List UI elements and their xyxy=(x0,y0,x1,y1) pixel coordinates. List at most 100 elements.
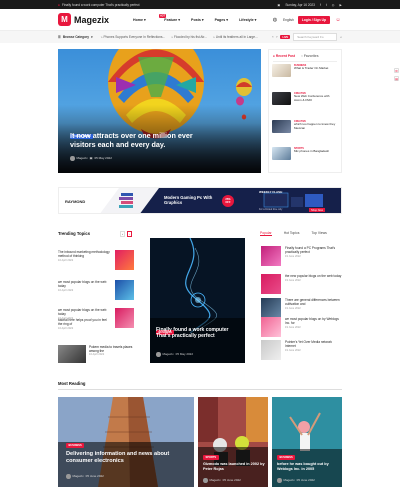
avatar xyxy=(277,478,282,483)
glowing-cable-image xyxy=(150,238,245,363)
center-post-title[interactable]: Finally found a work computer That's pra… xyxy=(156,327,240,339)
instagram-icon[interactable]: ◎ xyxy=(332,3,335,7)
post-title[interactable]: Finally found a PC Programs That's pract… xyxy=(285,246,343,254)
post-title[interactable]: Pokem media to travels places among the xyxy=(89,345,134,353)
category-tag[interactable]: BUSINESS xyxy=(277,455,296,460)
list-item[interactable]: BUSINESS What is Trader On Market xyxy=(272,64,336,77)
ticker-item[interactable]: ⌁ Flooded by his fist Atr... xyxy=(171,35,207,39)
post-title[interactable]: we most popular blogs on the web today xyxy=(58,308,112,316)
featured-post-image[interactable] xyxy=(150,238,245,363)
promo-label: WEEKLY FLASH xyxy=(259,190,283,194)
author-name[interactable]: Magezix xyxy=(163,352,174,356)
hero-title[interactable]: It now attracts over one million ever vi… xyxy=(70,131,210,149)
settings-icon[interactable]: ⚙ xyxy=(394,68,399,73)
post-date: 19 June 2022 xyxy=(285,349,301,352)
category-tag[interactable]: BUSINESS xyxy=(66,443,85,448)
youtube-icon[interactable]: ▶ xyxy=(340,3,342,7)
list-item[interactable]: SPORTS Mic phones in Bangladesh xyxy=(272,147,336,160)
most-reading-card[interactable]: BUSINESS Delivering information and news… xyxy=(58,397,194,487)
tab-recent-post[interactable]: ● Recent Post xyxy=(273,54,295,58)
category-tag[interactable]: SPORTS xyxy=(203,455,219,460)
next-arrow-icon[interactable]: › xyxy=(127,231,132,237)
list-item[interactable]: CREATIVE New Web Conference with Acom & F… xyxy=(272,92,336,105)
woman-jumping-image xyxy=(272,397,342,487)
list-item[interactable]: The inbound marketing methodology method… xyxy=(58,250,134,270)
post-title[interactable]: tutorial here helps proof you in feel th… xyxy=(58,318,112,326)
tab-top-views[interactable]: Top Views xyxy=(311,231,326,236)
browse-category[interactable]: ☰ Browse Category ▾ xyxy=(58,35,93,39)
author-name[interactable]: Magezix xyxy=(77,156,88,160)
author-name[interactable]: Magezix xyxy=(73,474,84,478)
list-item[interactable]: tutorial here helps proof you in feel th… xyxy=(58,318,134,338)
search-icon[interactable]: ⌕ xyxy=(340,35,342,39)
breaking-news[interactable]: ● Finally found a work computer That's p… xyxy=(58,3,140,7)
author-name[interactable]: Magezix xyxy=(284,478,295,482)
cart-icon[interactable]: ▤ xyxy=(394,76,399,81)
main-navigation: M Magezix Home ▾ HOTFeature ▾ Posts ▾ Pa… xyxy=(0,9,400,31)
ticker-item[interactable]: ⌁ Until its feathers all in Large... xyxy=(213,35,258,39)
post-title[interactable]: the new popular blogs on the web today xyxy=(285,274,341,278)
post-date: 19 June 2022 xyxy=(285,307,301,310)
card-title[interactable]: before he was bought out by Weblogs Inc.… xyxy=(277,462,339,471)
banner-tagline: Modern Gaming Pc With Graphics xyxy=(164,195,213,205)
twitter-icon[interactable]: t xyxy=(326,3,327,7)
post-date: 16 April 2022 xyxy=(58,259,74,262)
list-item[interactable]: Pokem media to travels places among the 1… xyxy=(58,345,134,363)
post-title[interactable]: New Web Conference with Acom & FMO xyxy=(294,94,336,103)
facebook-icon[interactable]: f xyxy=(320,3,321,7)
banner-brand: RAYMOND xyxy=(65,199,86,204)
prev-arrow-icon[interactable]: ‹ xyxy=(120,231,125,237)
post-title[interactable]: Mic phones in Bangladesh xyxy=(294,149,329,154)
tab-label: Recent Post xyxy=(275,54,295,58)
list-item[interactable]: There are general differences between cu… xyxy=(261,298,343,318)
post-date: 05 May 2022 xyxy=(94,156,112,161)
card-title[interactable]: Gizmodo was launched in 2002 by Peter Ro… xyxy=(203,462,265,471)
list-item[interactable]: the new popular blogs on the web today 19… xyxy=(261,274,343,294)
post-title[interactable]: The inbound marketing methodology method… xyxy=(58,250,112,258)
avatar xyxy=(203,478,208,483)
post-date: 05 June 2022 xyxy=(85,474,104,479)
tab-popular[interactable]: Popular xyxy=(260,231,272,236)
nav-item-home[interactable]: Home ▾ xyxy=(133,18,146,22)
post-date: 16 April 2022 xyxy=(89,353,105,356)
nav-item-posts[interactable]: Posts ▾ xyxy=(191,18,204,22)
ticker-item[interactable]: ⌁ Phones Supports Everyone In Reflection… xyxy=(101,35,165,39)
list-item[interactable]: CREATIVE which too happen to knew they Me… xyxy=(272,120,336,133)
post-title[interactable]: Pointer's Yet Over Media network Interne… xyxy=(285,340,343,348)
most-reading-card[interactable]: BUSINESS before he was bought out by Web… xyxy=(272,397,342,487)
list-item[interactable]: we most popular blogs on by Weblogs Inc.… xyxy=(261,317,343,337)
list-item[interactable]: Finally found a PC Programs That's pract… xyxy=(261,246,343,266)
tab-favorites[interactable]: ○ Favorites xyxy=(301,54,319,58)
search-input[interactable]: Search Keyword Fo xyxy=(293,33,338,41)
card-title[interactable]: Delivering information and news about co… xyxy=(66,451,184,465)
prev-arrow-icon[interactable]: ‹ xyxy=(272,35,273,39)
center-byline: Magezix 05 May 2022 xyxy=(156,352,193,357)
advertisement-banner[interactable]: RAYMOND Modern Gaming Pc With Graphics 2… xyxy=(58,187,342,214)
browse-category-label: Browse Category xyxy=(62,35,90,39)
next-arrow-icon[interactable]: › xyxy=(276,35,277,39)
card-byline: Magezix 05 June 2022 xyxy=(66,474,104,479)
tab-hot-topics[interactable]: Hot Topics xyxy=(284,231,300,236)
post-title[interactable]: we most popular blogs on the web today xyxy=(58,280,112,288)
post-date: 05 May 2022 xyxy=(175,352,194,357)
user-icon[interactable]: ☺ xyxy=(334,16,342,24)
nav-item-lifestyle[interactable]: Lifestyle ▾ xyxy=(239,18,256,22)
author-name[interactable]: Magezix xyxy=(210,478,221,482)
language-select[interactable]: English xyxy=(283,18,294,22)
login-button[interactable]: Login / Sign Up xyxy=(297,15,330,24)
list-item[interactable]: we most popular blogs on the web today 16… xyxy=(58,280,134,300)
ticker-text: Phones Supports Everyone In Reflections.… xyxy=(103,35,166,39)
list-item[interactable]: Pointer's Yet Over Media network Interne… xyxy=(261,340,343,360)
post-title[interactable]: What is Trader On Market xyxy=(294,66,328,71)
site-logo[interactable]: M Magezix xyxy=(58,13,109,26)
most-reading-card[interactable]: SPORTS Gizmodo was launched in 2002 by P… xyxy=(198,397,268,487)
hero-image[interactable] xyxy=(58,49,261,173)
breaking-news-text[interactable]: Finally found a work computer That's pra… xyxy=(62,3,140,7)
nav-item-pages[interactable]: Pages ▾ xyxy=(215,18,228,22)
post-title[interactable]: we most popular blogs on by Weblogs Inc.… xyxy=(285,317,343,325)
nav-item-feature[interactable]: HOTFeature ▾ xyxy=(157,14,180,22)
shop-now-button[interactable]: Shop Now xyxy=(309,208,325,212)
post-title[interactable]: There are general differences between cu… xyxy=(285,298,343,306)
post-title[interactable]: which too happen to knew they Mexican xyxy=(294,122,336,131)
logo-text: Magezix xyxy=(74,14,110,25)
